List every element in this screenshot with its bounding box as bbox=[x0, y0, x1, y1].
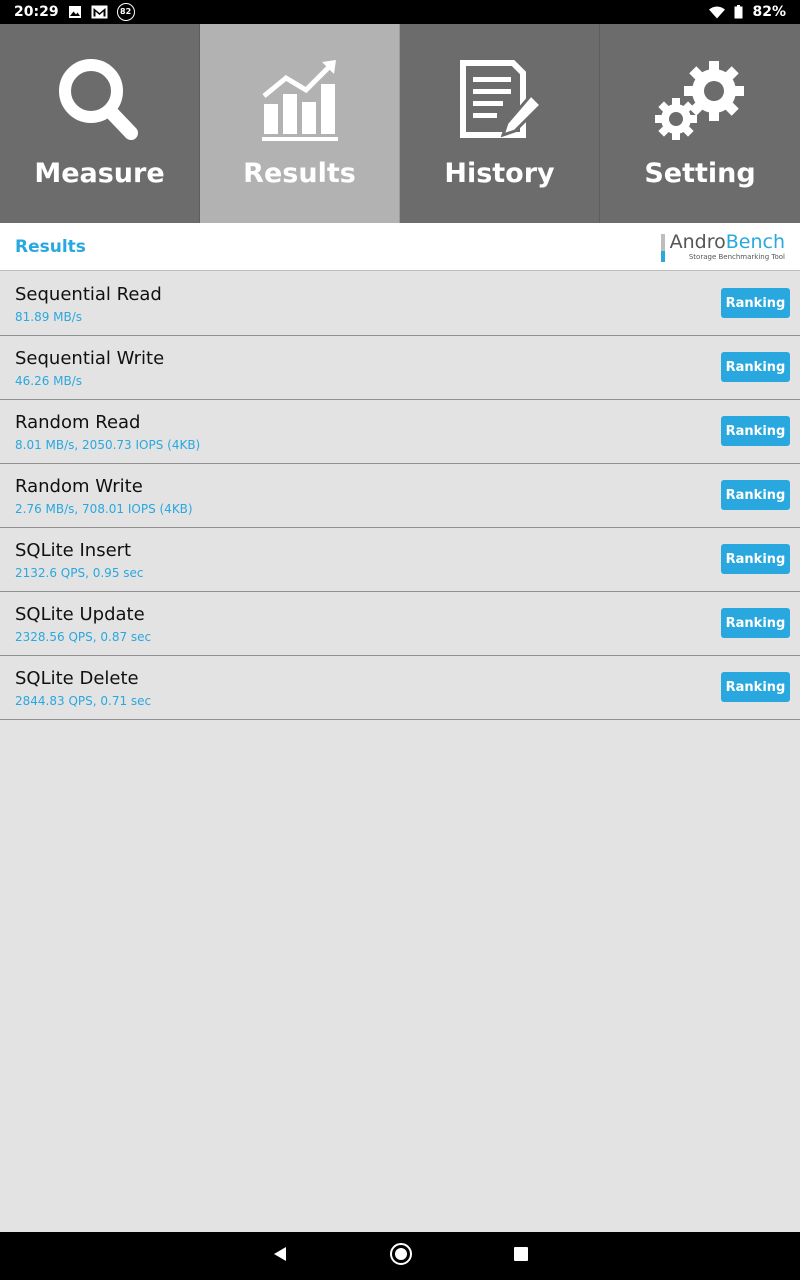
result-title: Sequential Write bbox=[15, 348, 165, 369]
result-title: Sequential Read bbox=[15, 284, 162, 305]
list-item: SQLite Insert 2132.6 QPS, 0.95 sec Ranki… bbox=[0, 528, 800, 592]
battery-percent: 82% bbox=[752, 4, 786, 20]
result-title: SQLite Delete bbox=[15, 668, 139, 689]
magnifier-icon bbox=[50, 54, 150, 149]
result-value: 46.26 MB/s bbox=[15, 374, 83, 388]
tab-setting[interactable]: Setting bbox=[600, 24, 800, 223]
list-item: SQLite Update 2328.56 QPS, 0.87 sec Rank… bbox=[0, 592, 800, 656]
clock: 20:29 bbox=[14, 4, 59, 20]
back-icon[interactable] bbox=[271, 1245, 289, 1267]
result-title: Random Write bbox=[15, 476, 143, 497]
result-title: SQLite Update bbox=[15, 604, 145, 625]
battery-icon bbox=[734, 5, 743, 19]
result-value: 2.76 MB/s, 708.01 IOPS (4KB) bbox=[15, 502, 193, 516]
tab-label-history: History bbox=[444, 158, 555, 189]
result-title: Random Read bbox=[15, 412, 141, 433]
result-value: 81.89 MB/s bbox=[15, 310, 83, 324]
tab-history[interactable]: History bbox=[400, 24, 600, 223]
result-value: 2328.56 QPS, 0.87 sec bbox=[15, 630, 152, 644]
chart-trend-icon bbox=[250, 54, 350, 149]
result-value: 8.01 MB/s, 2050.73 IOPS (4KB) bbox=[15, 438, 201, 452]
ranking-button[interactable]: Ranking bbox=[721, 352, 790, 382]
tab-label-measure: Measure bbox=[34, 158, 165, 189]
image-notification-icon bbox=[68, 5, 82, 19]
results-list: Sequential Read 81.89 MB/s Ranking Seque… bbox=[0, 272, 800, 720]
gears-icon bbox=[650, 54, 750, 149]
results-header: Results AndroBench Storage Benchmarking … bbox=[0, 223, 800, 271]
tab-measure[interactable]: Measure bbox=[0, 24, 200, 223]
result-value: 2844.83 QPS, 0.71 sec bbox=[15, 694, 152, 708]
page-title: Results bbox=[15, 236, 86, 257]
list-item: Random Read 8.01 MB/s, 2050.73 IOPS (4KB… bbox=[0, 400, 800, 464]
system-nav-bar bbox=[0, 1232, 800, 1280]
result-title: SQLite Insert bbox=[15, 540, 132, 561]
list-item: Random Write 2.76 MB/s, 708.01 IOPS (4KB… bbox=[0, 464, 800, 528]
logo-title: AndroBench bbox=[670, 232, 785, 252]
androbench-logo: AndroBench Storage Benchmarking Tool bbox=[660, 232, 785, 262]
main-tabs: Measure Results History Setting bbox=[0, 24, 800, 223]
ranking-button[interactable]: Ranking bbox=[721, 672, 790, 702]
list-item: Sequential Write 46.26 MB/s Ranking bbox=[0, 336, 800, 400]
ranking-button[interactable]: Ranking bbox=[721, 288, 790, 318]
wifi-icon bbox=[709, 6, 726, 19]
ranking-button[interactable]: Ranking bbox=[721, 608, 790, 638]
notification-badge-icon: 82 bbox=[116, 3, 135, 21]
status-bar: 20:29 82 82% bbox=[0, 0, 800, 24]
ranking-button[interactable]: Ranking bbox=[721, 480, 790, 510]
tab-results[interactable]: Results bbox=[200, 24, 400, 223]
result-value: 2132.6 QPS, 0.95 sec bbox=[15, 566, 144, 580]
list-item: Sequential Read 81.89 MB/s Ranking bbox=[0, 272, 800, 336]
tab-label-setting: Setting bbox=[644, 158, 756, 189]
recents-icon[interactable] bbox=[513, 1246, 529, 1266]
document-pen-icon bbox=[450, 54, 550, 149]
tab-label-results: Results bbox=[243, 158, 356, 189]
logo-title-bench: Bench bbox=[725, 230, 785, 253]
ranking-button[interactable]: Ranking bbox=[721, 416, 790, 446]
home-icon[interactable] bbox=[389, 1242, 413, 1270]
logo-subtitle: Storage Benchmarking Tool bbox=[688, 252, 785, 261]
gmail-icon bbox=[91, 5, 108, 19]
ranking-button[interactable]: Ranking bbox=[721, 544, 790, 574]
logo-title-andro: Andro bbox=[669, 230, 726, 253]
list-item: SQLite Delete 2844.83 QPS, 0.71 sec Rank… bbox=[0, 656, 800, 720]
logo-bar-icon bbox=[660, 233, 665, 262]
